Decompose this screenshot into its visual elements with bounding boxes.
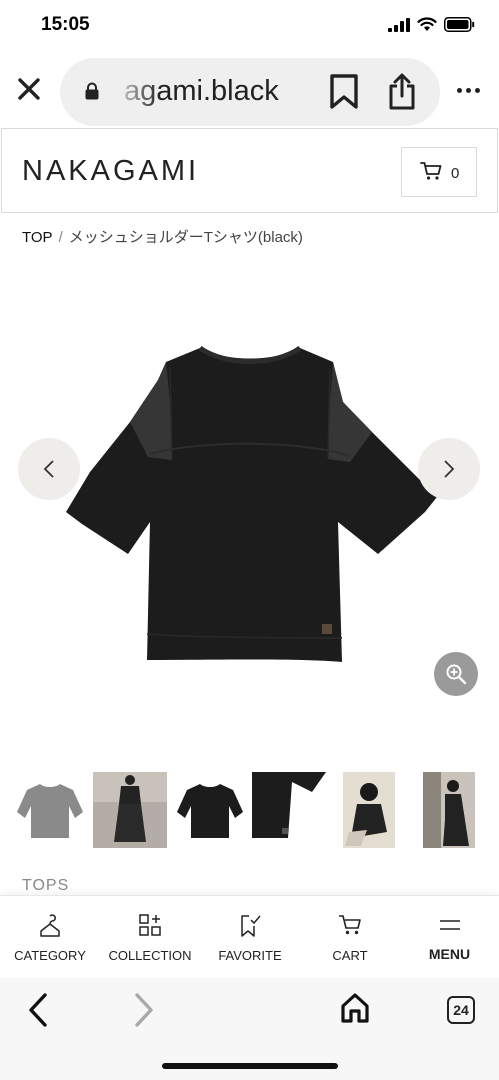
next-image-button[interactable] xyxy=(418,438,480,500)
back-icon[interactable] xyxy=(27,992,49,1028)
wifi-icon xyxy=(417,17,437,31)
thumbnail-model-sitting[interactable] xyxy=(343,772,395,848)
status-time: 15:05 xyxy=(41,14,90,35)
url-text[interactable]: agami.black xyxy=(124,75,279,108)
nav-menu[interactable]: MENU xyxy=(400,896,499,979)
more-options-icon[interactable] xyxy=(457,88,480,93)
nav-category-label: CATEGORY xyxy=(14,948,86,963)
breadcrumb-current: メッシュショルダーTシャツ(black) xyxy=(68,229,303,246)
cart-icon xyxy=(339,915,361,935)
thumbnail-detail[interactable] xyxy=(252,772,326,848)
chevron-left-icon xyxy=(43,460,54,478)
battery-icon xyxy=(444,17,475,32)
cart-count: 0 xyxy=(451,165,460,182)
grid-plus-icon xyxy=(139,914,161,936)
status-bar: 15:05 xyxy=(0,0,499,50)
signal-icon xyxy=(388,17,410,32)
home-icon[interactable] xyxy=(340,992,370,1024)
tshirt-image xyxy=(66,345,437,662)
product-main-image[interactable] xyxy=(0,262,499,762)
nav-favorite-label: FAVORITE xyxy=(218,948,282,963)
site-header: NAKAGAMI 0 xyxy=(1,128,498,213)
zoom-button[interactable] xyxy=(434,652,478,696)
bookmark-check-icon xyxy=(241,915,261,937)
nav-cart[interactable]: CART xyxy=(300,896,400,979)
cart-icon xyxy=(420,162,442,180)
thumbnail-model-skirt[interactable] xyxy=(93,772,167,848)
nav-favorite[interactable]: FAVORITE xyxy=(200,896,300,979)
menu-icon xyxy=(439,920,460,930)
nav-collection[interactable]: COLLECTION xyxy=(100,896,200,979)
tabs-button[interactable]: 24 xyxy=(447,996,475,1024)
browser-address-row: agami.black xyxy=(0,56,499,126)
share-icon[interactable] xyxy=(388,72,416,110)
bookmark-icon[interactable] xyxy=(329,74,359,110)
product-thumbnails xyxy=(0,772,499,852)
tab-count: 24 xyxy=(453,1002,469,1018)
nav-collection-label: COLLECTION xyxy=(108,948,192,963)
zoom-in-icon xyxy=(446,664,467,685)
product-category[interactable]: TOPS xyxy=(22,877,69,895)
breadcrumb-home-link[interactable]: TOP xyxy=(22,229,53,246)
thumbnail-gray-tshirt[interactable] xyxy=(15,772,85,848)
breadcrumb: TOP / メッシュショルダーTシャツ(black) xyxy=(22,226,303,247)
close-icon[interactable] xyxy=(16,76,42,102)
site-logo[interactable]: NAKAGAMI xyxy=(22,155,199,188)
nav-menu-label: MENU xyxy=(428,946,471,962)
header-cart-button[interactable]: 0 xyxy=(401,147,477,197)
chevron-right-icon xyxy=(444,460,455,478)
status-icons xyxy=(388,17,475,32)
hanger-icon xyxy=(40,914,60,937)
thumbnail-model-standing[interactable] xyxy=(423,772,475,848)
prev-image-button[interactable] xyxy=(18,438,80,500)
lock-icon xyxy=(85,82,99,100)
thumbnail-black-tshirt[interactable] xyxy=(175,772,245,848)
address-bar[interactable]: agami.black xyxy=(60,58,440,126)
forward-icon[interactable] xyxy=(133,992,155,1028)
nav-cart-label: CART xyxy=(332,948,368,963)
breadcrumb-separator: / xyxy=(58,229,63,246)
home-indicator xyxy=(162,1063,338,1069)
bottom-navigation: CATEGORY COLLECTION FAVORITE CART MENU xyxy=(0,895,499,978)
nav-category[interactable]: CATEGORY xyxy=(0,896,100,979)
